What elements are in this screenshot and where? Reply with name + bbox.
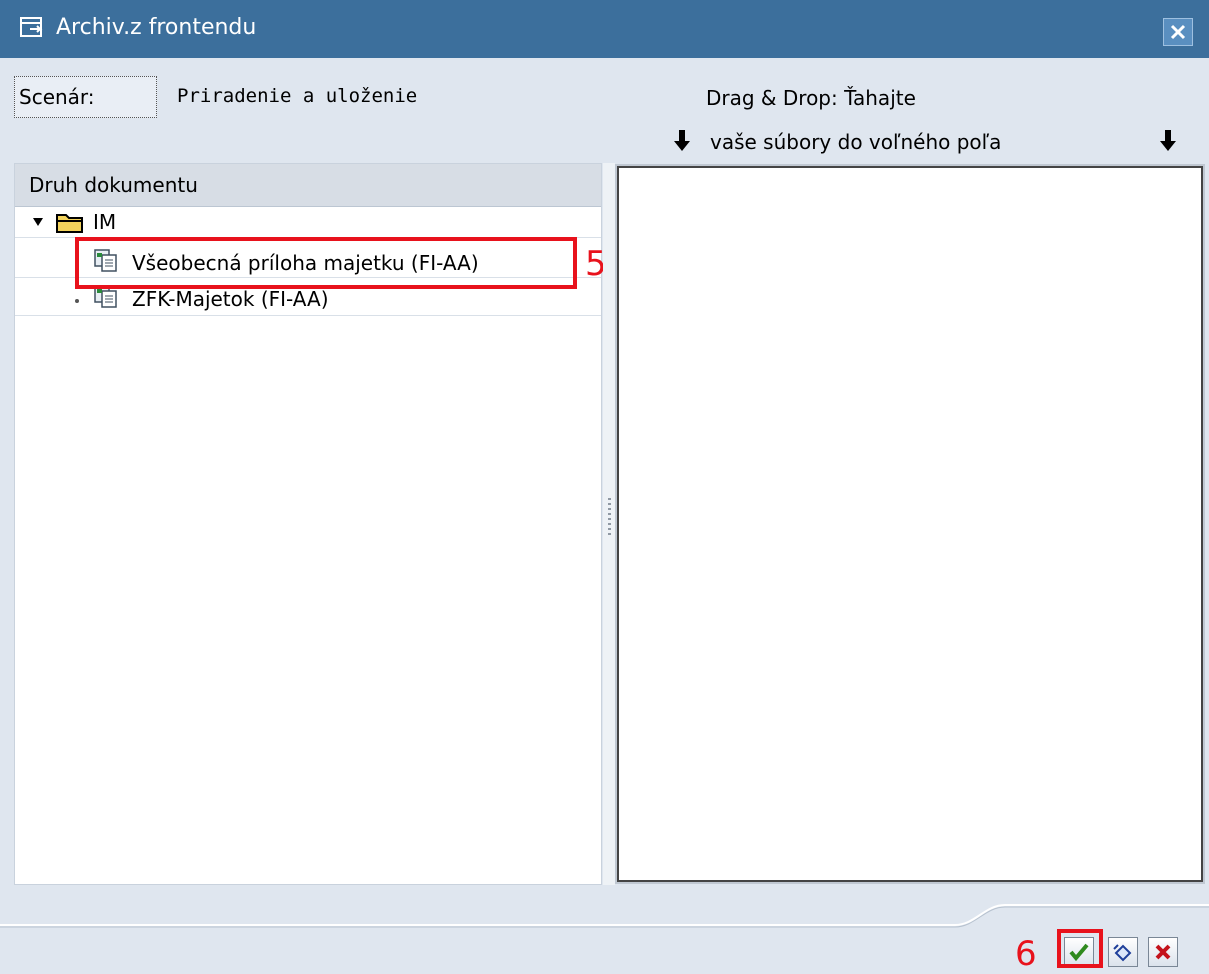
- down-arrow-icon: [1160, 130, 1176, 151]
- close-icon: [1170, 24, 1186, 40]
- splitter-grip-icon: [608, 498, 611, 538]
- drag-drop-hint-text: vaše súbory do voľného poľa: [710, 130, 1002, 154]
- step-highlight-box: [75, 237, 577, 289]
- window-icon: [20, 17, 43, 37]
- tree-node-document-type[interactable]: ZFK-Majetok (FI-AA): [132, 285, 329, 313]
- cancel-x-icon: [1155, 944, 1171, 960]
- tree-node-im[interactable]: IM: [93, 208, 116, 236]
- scenario-label: Scenár:: [14, 76, 157, 118]
- tree-row-separator: [15, 315, 601, 316]
- down-arrow-icon: [674, 130, 690, 151]
- pane-splitter[interactable]: [603, 163, 615, 885]
- folder-open-icon: [56, 214, 83, 233]
- expand-toggle-icon[interactable]: [33, 218, 43, 226]
- close-button[interactable]: [1163, 18, 1193, 46]
- undo-icon: [1113, 944, 1132, 962]
- cancel-button[interactable]: [1148, 937, 1178, 967]
- tree-header-label: Druh dokumentu: [29, 173, 198, 197]
- undo-button[interactable]: [1108, 937, 1138, 967]
- file-drop-area[interactable]: [615, 164, 1205, 884]
- window-title: Archiv.z frontendu: [56, 15, 257, 40]
- tree-column-header[interactable]: Druh dokumentu: [15, 164, 601, 207]
- drag-drop-hint-title: Drag & Drop: Ťahajte: [706, 86, 916, 110]
- step-highlight-box: [1057, 929, 1103, 968]
- tree-bullet: [75, 299, 79, 303]
- scenario-value: Priradenie a uloženie: [177, 85, 418, 107]
- window-title-bar: Archiv.z frontendu: [0, 0, 1209, 58]
- document-type-tree: Druh dokumentu IM Všeobecná príloha maje…: [14, 163, 607, 885]
- step-number-6: 6: [1015, 934, 1037, 974]
